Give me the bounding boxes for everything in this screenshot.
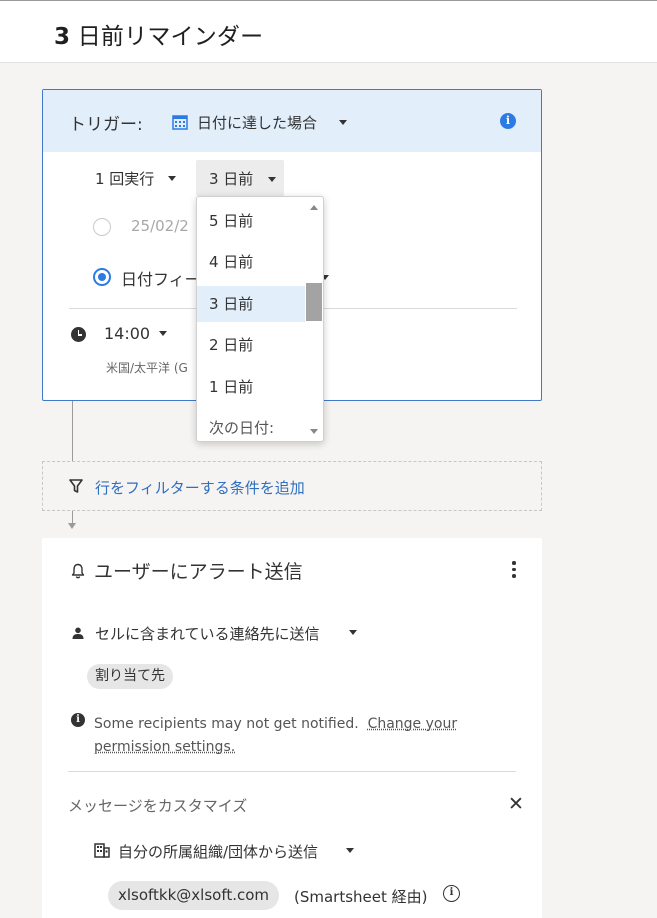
- trigger-label: トリガー:: [69, 115, 143, 135]
- radio-date-field[interactable]: [93, 268, 111, 286]
- filter-icon: [69, 479, 83, 493]
- info-icon[interactable]: i: [500, 113, 516, 129]
- clock-icon: [71, 327, 86, 342]
- dropdown-option[interactable]: 4 日前: [197, 244, 305, 280]
- chevron-down-icon[interactable]: [346, 848, 354, 853]
- via-label: (Smartsheet 経由): [294, 888, 428, 906]
- connector-line: [72, 401, 73, 461]
- dropdown-option[interactable]: 2 日前: [197, 327, 305, 363]
- repeat-select[interactable]: 1 回実行: [95, 168, 154, 189]
- days-before-select[interactable]: 3 日前: [196, 160, 284, 196]
- action-title: ユーザーにアラート送信: [94, 561, 303, 583]
- building-icon: [94, 843, 110, 858]
- page-header: 3 日前リマインダー: [0, 1, 657, 63]
- chevron-down-icon[interactable]: [349, 630, 357, 635]
- customize-message-label: メッセージをカスタマイズ: [68, 797, 248, 815]
- days-before-dropdown[interactable]: 5 日前 4 日前 3 日前 2 日前 1 日前 次の日付:: [196, 196, 324, 442]
- notice-text: Some recipients may not get notified.: [94, 716, 359, 732]
- timezone-label: 米国/太平洋 (G: [106, 361, 188, 375]
- info-icon: i: [71, 713, 85, 727]
- specific-date-value: 25/02/2: [131, 217, 189, 235]
- add-filter-button[interactable]: 行をフィルターする条件を追加: [42, 461, 542, 511]
- info-icon[interactable]: i: [443, 885, 460, 902]
- sender-select[interactable]: 自分の所属組織/団体から送信: [118, 841, 318, 862]
- title-text: 日前リマインダー: [70, 24, 264, 50]
- trigger-header: トリガー: 日付に達した場合 i: [43, 90, 541, 152]
- radio-specific-date[interactable]: [93, 218, 111, 236]
- permission-notice: Some recipients may not get notified. Ch…: [94, 713, 514, 759]
- date-field-label[interactable]: 日付フィー: [121, 266, 201, 290]
- arrow-down-icon: [68, 523, 76, 529]
- permission-settings-link-part2[interactable]: permission settings.: [94, 739, 235, 755]
- scroll-down-arrow-icon[interactable]: [310, 429, 318, 434]
- title-number: 3: [54, 24, 71, 50]
- days-before-value: 3 日前: [209, 170, 254, 188]
- add-filter-label[interactable]: 行をフィルターする条件を追加: [95, 477, 305, 498]
- chevron-down-icon[interactable]: [168, 176, 176, 181]
- chevron-down-icon[interactable]: [159, 331, 167, 336]
- dropdown-option[interactable]: 次の日付:: [197, 410, 305, 441]
- calendar-icon[interactable]: [172, 114, 188, 130]
- close-icon[interactable]: ✕: [508, 793, 524, 815]
- person-icon: [72, 627, 84, 639]
- dropdown-option[interactable]: 5 日前: [197, 203, 305, 239]
- page-title: 3 日前リマインダー: [54, 17, 263, 51]
- divider: [68, 771, 516, 772]
- time-select[interactable]: 14:00: [104, 324, 150, 343]
- permission-settings-link-part1[interactable]: Change your: [368, 716, 458, 732]
- dropdown-option-selected[interactable]: 3 日前: [197, 286, 305, 322]
- recipient-type-select[interactable]: セルに含まれている連絡先に送信: [95, 623, 320, 644]
- trigger-type-select[interactable]: 日付に達した場合: [197, 112, 317, 133]
- sender-email-chip[interactable]: xlsoftkk@xlsoft.com: [108, 881, 280, 910]
- bell-icon: [71, 563, 85, 579]
- scroll-up-arrow-icon[interactable]: [310, 205, 318, 210]
- dropdown-option[interactable]: 1 日前: [197, 369, 305, 405]
- chevron-down-icon[interactable]: [339, 120, 347, 125]
- kebab-menu-icon[interactable]: [510, 561, 518, 581]
- recipient-chip[interactable]: 割り当て先: [87, 664, 173, 689]
- chevron-down-icon: [268, 177, 276, 182]
- action-card: ユーザーにアラート送信 セルに含まれている連絡先に送信 割り当て先 i Some…: [42, 538, 542, 918]
- scrollbar-thumb[interactable]: [306, 283, 322, 321]
